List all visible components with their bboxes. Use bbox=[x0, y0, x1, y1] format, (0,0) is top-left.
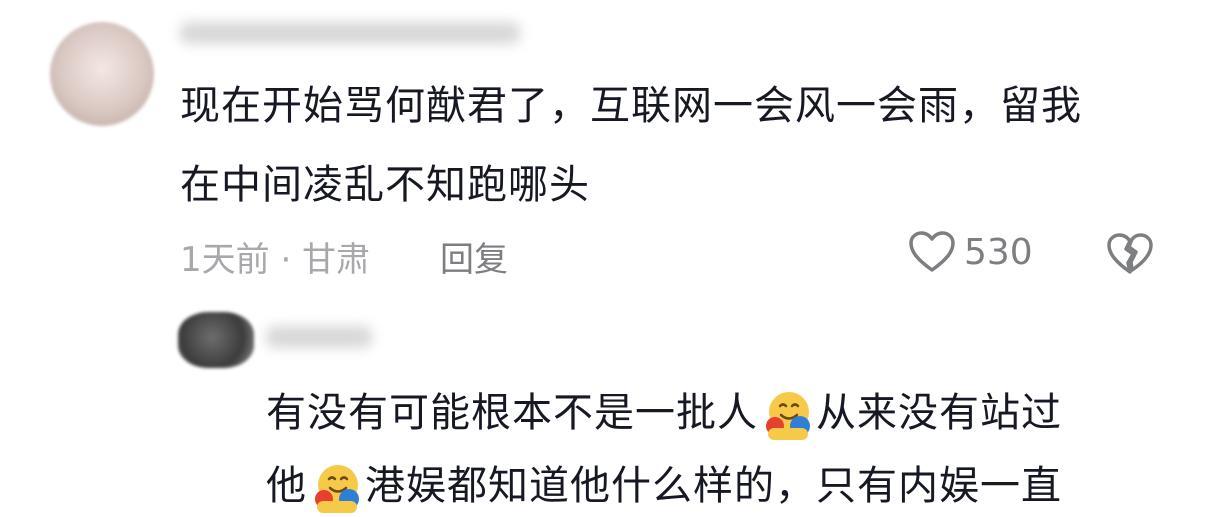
username-blurred[interactable] bbox=[180, 22, 520, 44]
reply-text-line: 他 港娱都知道他什么样的，只有内娱一直 bbox=[266, 455, 1062, 517]
heart-outline-icon bbox=[909, 231, 955, 272]
reply-text-segment: 港娱都知道他什么样的，只有内娱一直 bbox=[365, 463, 1062, 509]
reply-text-segment: 从来没有站过 bbox=[816, 390, 1062, 436]
like-count: 530 bbox=[964, 231, 1033, 273]
hugging-face-emoji-icon bbox=[315, 465, 359, 513]
comment-text-line: 现在开始骂何猷君了，互联网一会风一会雨，留我 bbox=[180, 83, 1082, 129]
comment-timestamp-location: 1天前 · 甘肃 bbox=[180, 240, 371, 280]
broken-heart-icon bbox=[1107, 233, 1153, 274]
dislike-button[interactable] bbox=[1106, 232, 1154, 280]
like-button[interactable]: 530 bbox=[908, 230, 1033, 274]
reply-text-segment: 有没有可能根本不是一批人 bbox=[266, 390, 758, 436]
hugging-face-emoji-icon bbox=[766, 392, 810, 440]
reply-button[interactable]: 回复 bbox=[440, 232, 508, 281]
avatar[interactable] bbox=[178, 312, 254, 368]
reply-text-line: 有没有可能根本不是一批人 从来没有站过 bbox=[266, 382, 1062, 444]
username-blurred[interactable] bbox=[266, 326, 372, 348]
avatar[interactable] bbox=[50, 22, 154, 126]
comment-text-line: 在中间凌乱不知跑哪头 bbox=[180, 162, 590, 208]
reply-text-segment: 他 bbox=[266, 463, 307, 509]
